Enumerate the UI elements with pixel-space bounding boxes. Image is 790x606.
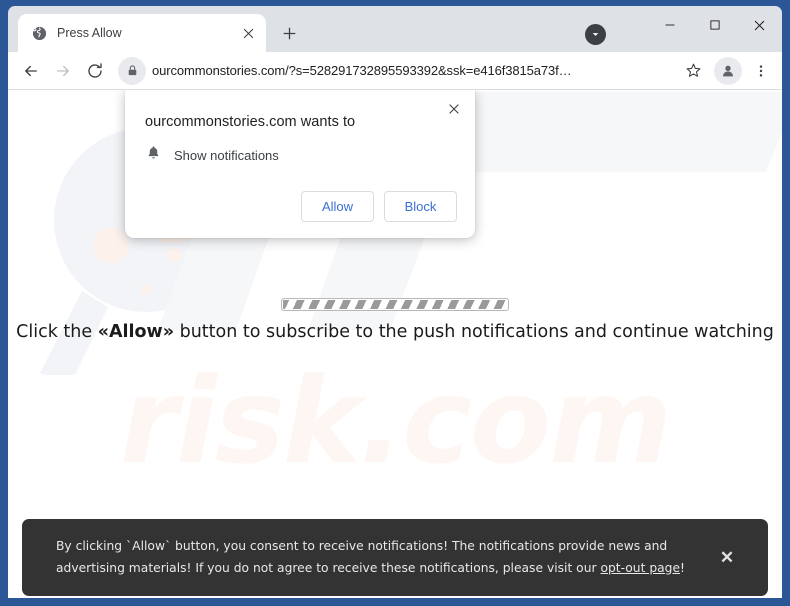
reload-button[interactable]: [80, 56, 110, 86]
loading-progress-bar: [281, 298, 509, 311]
consent-text-before: By clicking `Allow` button, you consent …: [56, 538, 668, 575]
three-dot-menu-icon[interactable]: [748, 56, 774, 86]
consent-banner: By clicking `Allow` button, you consent …: [22, 519, 768, 596]
new-tab-button[interactable]: [274, 18, 304, 48]
globe-icon: [31, 25, 48, 42]
tab-title: Press Allow: [57, 26, 122, 40]
back-button[interactable]: [16, 56, 46, 86]
opt-out-page-link[interactable]: opt-out page: [600, 561, 680, 575]
permission-row: Show notifications: [143, 130, 457, 165]
forward-button[interactable]: [48, 56, 78, 86]
close-tab-icon[interactable]: [239, 24, 258, 43]
notification-permission-dialog: ourcommonstories.com wants to Show notif…: [125, 90, 475, 238]
headline-prefix: Click the: [16, 322, 98, 342]
star-icon[interactable]: [678, 56, 708, 86]
headline-suffix: button to subscribe to the push notifica…: [174, 322, 774, 342]
consent-text-after: !: [680, 560, 685, 575]
browser-window: Press Allow ourcommonstories.com/?s=5282…: [0, 0, 790, 606]
maximize-button[interactable]: [692, 10, 737, 40]
navigation-toolbar: ourcommonstories.com/?s=5282917328955933…: [8, 52, 782, 90]
consent-text: By clicking `Allow` button, you consent …: [56, 536, 702, 579]
browser-tab[interactable]: Press Allow: [18, 14, 266, 52]
dialog-actions: Allow Block: [143, 165, 457, 222]
omnibox[interactable]: ourcommonstories.com/?s=5282917328955933…: [118, 56, 670, 85]
progress-bar-wrapper: [8, 298, 782, 311]
permission-label: Show notifications: [174, 147, 279, 163]
profile-icon[interactable]: [714, 56, 742, 85]
close-banner-icon[interactable]: ✕: [712, 543, 742, 573]
block-button[interactable]: Block: [384, 191, 457, 222]
window-caption-controls: [585, 6, 782, 52]
headline-emphasis: «Allow»: [97, 322, 175, 342]
allow-button[interactable]: Allow: [301, 191, 374, 222]
dialog-title: ourcommonstories.com wants to: [145, 114, 356, 130]
close-window-button[interactable]: [737, 10, 782, 40]
chevron-down-circle-icon[interactable]: [585, 24, 606, 45]
close-dialog-icon[interactable]: [443, 98, 465, 120]
page-headline: Click the «Allow» button to subscribe to…: [8, 322, 782, 342]
minimize-button[interactable]: [647, 10, 692, 40]
bell-icon: [146, 145, 161, 165]
url-text[interactable]: ourcommonstories.com/?s=5282917328955933…: [146, 63, 572, 78]
risk-watermark-text: risk.com: [119, 352, 672, 490]
lock-icon[interactable]: [118, 56, 146, 85]
page-viewport: risk.com Click the «Allow» button to sub…: [8, 90, 782, 598]
